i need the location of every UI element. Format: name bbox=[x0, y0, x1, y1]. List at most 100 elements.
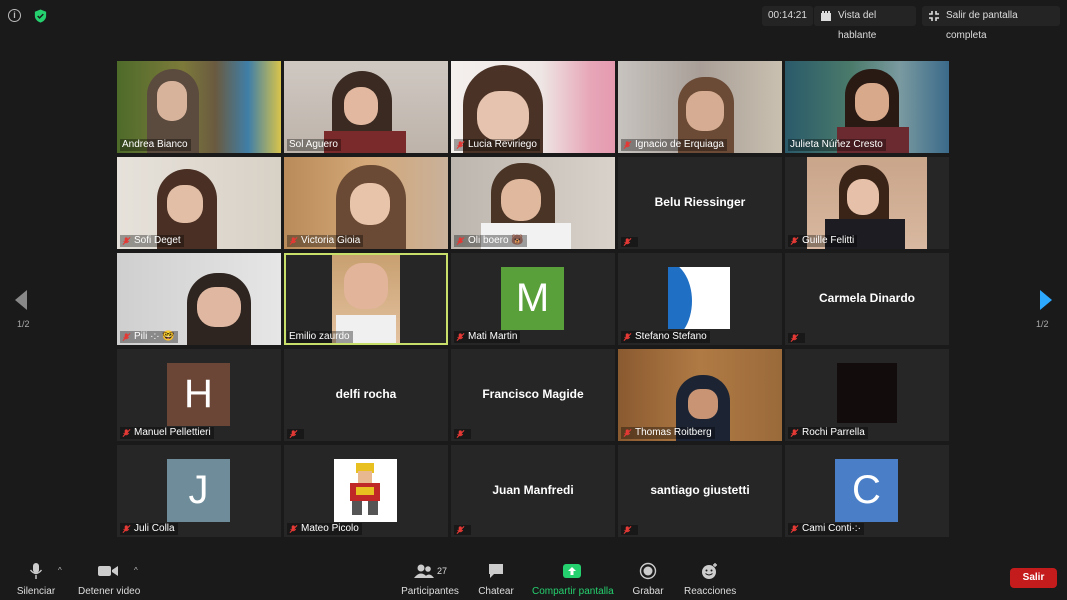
avatar bbox=[334, 459, 397, 522]
participant-tile[interactable]: Carmela Dinardo bbox=[785, 253, 949, 345]
participant-tile[interactable]: Thomas Roitberg bbox=[618, 349, 782, 441]
muted-mic-icon bbox=[122, 429, 131, 437]
muted-mic-icon bbox=[456, 333, 465, 341]
participant-display-name: Francisco Magide bbox=[482, 387, 584, 401]
participant-face bbox=[344, 263, 388, 309]
share-screen-button[interactable]: Compartir pantalla bbox=[532, 562, 614, 597]
participant-tile[interactable]: Sol Aguero bbox=[284, 61, 448, 153]
exit-fullscreen-label: Salir de pantalla completa bbox=[946, 10, 1018, 41]
participant-tile[interactable]: C Cami Conti·:· bbox=[785, 445, 949, 537]
muted-mic-icon bbox=[623, 429, 632, 437]
participant-display-name: santiago giustetti bbox=[650, 483, 750, 497]
participant-face bbox=[350, 183, 390, 225]
participant-tile[interactable]: Stefano Stefano bbox=[618, 253, 782, 345]
mute-button[interactable]: Silenciar bbox=[14, 562, 58, 597]
reactions-button[interactable]: Reacciones bbox=[684, 562, 736, 597]
speaker-view-label: Vista del hablante bbox=[838, 10, 877, 41]
participant-tile[interactable]: Oli boero 🐻 bbox=[451, 157, 615, 249]
meeting-controls-bar: Silenciar ^ Detener video ^ 27 Participa… bbox=[0, 556, 1067, 600]
muted-mic-icon bbox=[456, 526, 465, 534]
avatar: M bbox=[501, 267, 564, 330]
participant-tile[interactable]: Julieta Núñez Cresto bbox=[785, 61, 949, 153]
participant-name: Andrea Bianco bbox=[120, 139, 191, 151]
participant-tile[interactable]: Guille Felitti bbox=[785, 157, 949, 249]
participant-name: Mati Martin bbox=[454, 331, 521, 343]
muted-mic-icon bbox=[790, 525, 799, 533]
exit-fullscreen-button[interactable]: Salir de pantalla completa bbox=[922, 6, 1060, 41]
participant-tile[interactable]: H Manuel Pellettieri bbox=[117, 349, 281, 441]
record-label: Grabar bbox=[632, 586, 664, 597]
participants-button[interactable]: 27 Participantes bbox=[400, 562, 460, 597]
speaker-view-button[interactable]: Vista del hablante bbox=[814, 6, 916, 41]
participant-tile[interactable]: Juan Manfredi bbox=[451, 445, 615, 537]
reactions-icon bbox=[702, 563, 717, 579]
info-icon[interactable]: i bbox=[8, 9, 21, 22]
participant-name: Ignacio de Erquiaga bbox=[621, 139, 727, 151]
avatar: H bbox=[167, 363, 230, 426]
exit-fullscreen-icon bbox=[929, 11, 939, 21]
participant-name: Sol Aguero bbox=[287, 139, 341, 151]
participant-name bbox=[788, 333, 805, 343]
participant-tile[interactable]: M Mati Martin bbox=[451, 253, 615, 345]
participants-label: Participantes bbox=[401, 586, 459, 597]
participant-face bbox=[167, 185, 203, 223]
participant-name bbox=[454, 525, 471, 535]
participant-display-name: Juan Manfredi bbox=[492, 483, 574, 497]
muted-mic-icon bbox=[790, 429, 799, 437]
avatar bbox=[668, 267, 730, 329]
participant-name: Rochi Parrella bbox=[788, 427, 868, 439]
participant-tile[interactable]: Mateo Picolo bbox=[284, 445, 448, 537]
participant-face bbox=[847, 179, 879, 215]
page-indicator-left: 1/2 bbox=[17, 319, 30, 329]
participant-name: Stefano Stefano bbox=[621, 331, 710, 343]
next-page-arrow-icon[interactable] bbox=[1040, 290, 1052, 310]
record-button[interactable]: Grabar bbox=[628, 562, 668, 597]
participant-face bbox=[855, 83, 889, 121]
shield-icon[interactable] bbox=[33, 8, 48, 24]
video-options-caret-icon[interactable]: ^ bbox=[134, 566, 138, 575]
participants-icon bbox=[413, 564, 434, 578]
mute-label: Silenciar bbox=[16, 586, 56, 597]
stop-video-button[interactable]: Detener video bbox=[78, 562, 141, 597]
participant-name: Guille Felitti bbox=[788, 235, 858, 247]
participant-tile-active-speaker[interactable]: Emilio zaurdo bbox=[284, 253, 448, 345]
participant-tile[interactable]: Andrea Bianco bbox=[117, 61, 281, 153]
participant-name: Lucia Reviriego bbox=[454, 139, 540, 151]
participant-tile[interactable]: santiago giustetti bbox=[618, 445, 782, 537]
participant-name bbox=[454, 429, 471, 439]
muted-mic-icon bbox=[790, 334, 799, 342]
share-screen-icon bbox=[563, 564, 581, 578]
participant-name: Pili ·:· 🤓 bbox=[120, 331, 178, 343]
video-camera-icon bbox=[98, 566, 118, 576]
audio-options-caret-icon[interactable]: ^ bbox=[58, 566, 62, 575]
participant-tile[interactable]: Pili ·:· 🤓 bbox=[117, 253, 281, 345]
participant-name: Cami Conti·:· bbox=[788, 523, 864, 535]
participant-name: Sofi Deget bbox=[120, 235, 184, 247]
share-screen-label: Compartir pantalla bbox=[532, 586, 614, 597]
participant-face bbox=[501, 179, 541, 221]
participant-tile[interactable]: Victoria Gioia bbox=[284, 157, 448, 249]
participant-name: Thomas Roitberg bbox=[621, 427, 715, 439]
stop-video-label: Detener video bbox=[78, 586, 141, 597]
previous-page-arrow-icon[interactable] bbox=[15, 290, 27, 310]
muted-mic-icon bbox=[623, 333, 632, 341]
muted-mic-icon bbox=[456, 141, 465, 149]
avatar: C bbox=[835, 459, 898, 522]
chat-button[interactable]: Chatear bbox=[476, 562, 516, 597]
participant-name bbox=[621, 525, 638, 535]
participant-tile[interactable]: Sofi Deget bbox=[117, 157, 281, 249]
participant-tile[interactable]: Belu Riessinger bbox=[618, 157, 782, 249]
participant-name: Mateo Picolo bbox=[287, 523, 362, 535]
participant-display-name: delfi rocha bbox=[335, 387, 397, 401]
avatar: J bbox=[167, 459, 230, 522]
participant-tile[interactable]: delfi rocha bbox=[284, 349, 448, 441]
participant-tile[interactable]: J Juli Colla bbox=[117, 445, 281, 537]
participant-face bbox=[688, 389, 718, 419]
participant-tile[interactable]: Ignacio de Erquiaga bbox=[618, 61, 782, 153]
muted-mic-icon bbox=[122, 333, 131, 341]
leave-meeting-button[interactable]: Salir bbox=[1010, 568, 1057, 588]
muted-mic-icon bbox=[289, 237, 298, 245]
participant-tile[interactable]: Francisco Magide bbox=[451, 349, 615, 441]
participant-tile[interactable]: Rochi Parrella bbox=[785, 349, 949, 441]
participant-tile[interactable]: Lucia Reviriego bbox=[451, 61, 615, 153]
